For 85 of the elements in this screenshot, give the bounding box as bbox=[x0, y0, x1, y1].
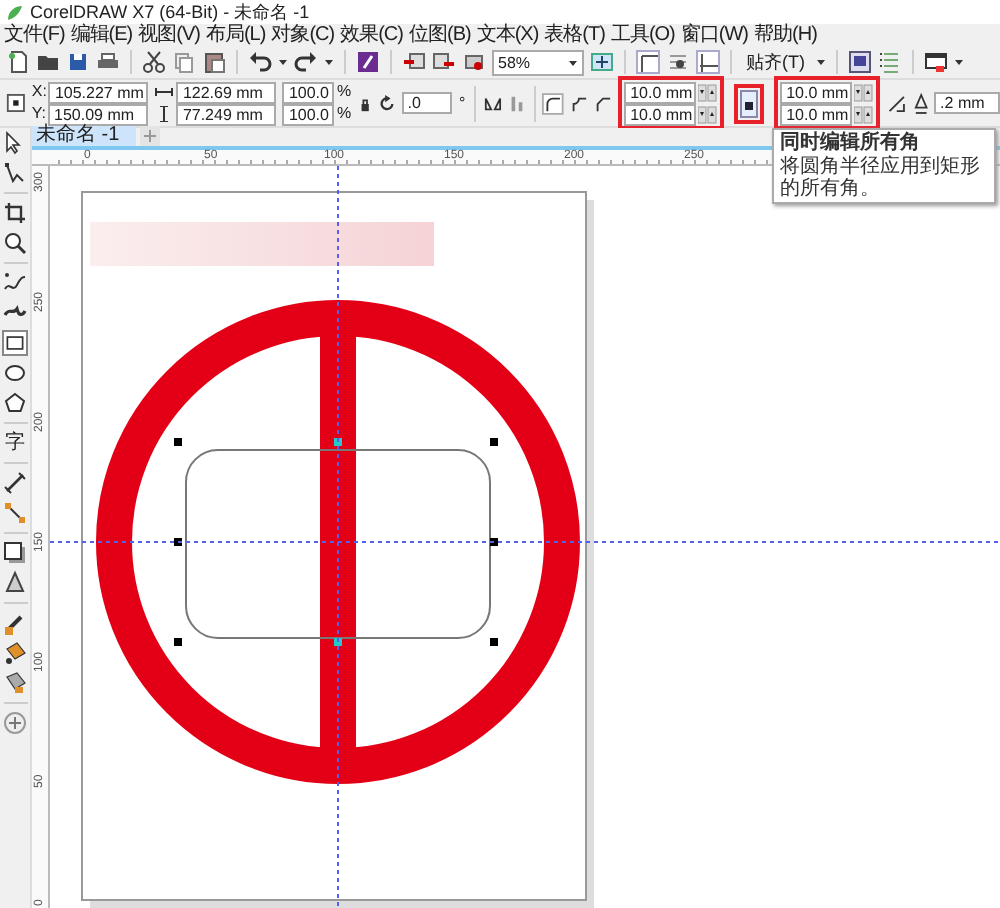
lock-icon[interactable] bbox=[357, 95, 372, 111]
field-label: X: bbox=[31, 82, 47, 102]
width-icon bbox=[154, 84, 175, 100]
launcher-icon[interactable] bbox=[356, 50, 380, 74]
list-icon[interactable] bbox=[877, 50, 901, 74]
menu-item[interactable]: 窗口(W) bbox=[680, 24, 749, 46]
tooltip-text: 将圆角半径应用到矩形的所有角。 bbox=[780, 156, 982, 200]
menu-item[interactable]: 对象(C) bbox=[271, 24, 335, 46]
vertical-guideline[interactable] bbox=[337, 166, 339, 908]
corner-radius-field[interactable]: 10.0 mm bbox=[780, 103, 853, 125]
rulers-icon[interactable] bbox=[636, 50, 660, 74]
menu-item[interactable]: 文件(F) bbox=[4, 24, 65, 46]
relative-scale-icon[interactable] bbox=[886, 91, 908, 115]
spinner-buttons[interactable] bbox=[854, 83, 875, 101]
horizontal-guideline[interactable] bbox=[50, 541, 1000, 543]
zoom-level-field[interactable]: 58% bbox=[492, 49, 584, 75]
grid-icon[interactable] bbox=[666, 50, 690, 74]
menu-item[interactable]: 编辑(E) bbox=[70, 24, 133, 46]
crop-icon[interactable] bbox=[2, 200, 28, 226]
corner-radius-field[interactable]: 10.0 mm bbox=[624, 81, 697, 103]
scale-x-field[interactable]: 100.0 bbox=[282, 81, 335, 103]
x-position-field[interactable]: 105.227 mm bbox=[48, 81, 149, 103]
guidelines-icon[interactable] bbox=[696, 50, 720, 74]
print-icon[interactable] bbox=[96, 50, 120, 74]
menu-item[interactable]: 效果(C) bbox=[340, 24, 403, 46]
menu-item[interactable]: 视图(V) bbox=[138, 24, 200, 46]
caret-icon bbox=[568, 57, 578, 67]
window-title: CorelDRAW X7 (64-Bit) - 未命名 -1 bbox=[30, 0, 310, 22]
lock-corners-button[interactable] bbox=[740, 89, 759, 117]
rotation-field[interactable]: .0 bbox=[401, 92, 453, 114]
folder-icon[interactable] bbox=[36, 50, 60, 74]
smart-fill-icon[interactable] bbox=[2, 670, 28, 696]
menu-item[interactable]: 帮助(H) bbox=[754, 24, 817, 46]
field-label: Y: bbox=[31, 104, 46, 123]
redo-icon[interactable] bbox=[294, 50, 318, 74]
drop-shadow-icon[interactable] bbox=[2, 540, 28, 566]
eyedropper-icon[interactable] bbox=[2, 610, 28, 636]
transparency-icon[interactable] bbox=[2, 570, 28, 596]
rectangle-icon[interactable] bbox=[2, 330, 28, 356]
corner-radius-field[interactable]: 10.0 mm bbox=[624, 103, 697, 125]
outline-width-field[interactable]: .2 mm bbox=[934, 92, 1000, 114]
spinner-buttons[interactable] bbox=[854, 105, 875, 123]
menu-item[interactable]: 位图(B) bbox=[408, 24, 471, 46]
pen-icon[interactable] bbox=[913, 91, 929, 115]
undo-icon[interactable] bbox=[248, 50, 272, 74]
width-field[interactable]: 122.69 mm bbox=[176, 81, 277, 103]
menu-item[interactable]: 表格(T) bbox=[544, 24, 605, 46]
fill-icon[interactable] bbox=[2, 640, 28, 666]
cut-icon[interactable] bbox=[142, 50, 166, 74]
scale-y-field[interactable]: 100.0 bbox=[282, 103, 335, 125]
spinner-buttons[interactable] bbox=[698, 105, 719, 123]
corner-radius-field[interactable]: 10.0 mm bbox=[780, 81, 853, 103]
connector-icon[interactable] bbox=[2, 500, 28, 526]
y-position-field[interactable]: 150.09 mm bbox=[48, 103, 148, 125]
export-icon[interactable] bbox=[432, 50, 456, 74]
degree-label: ° bbox=[458, 93, 466, 113]
polygon-icon[interactable] bbox=[2, 390, 28, 416]
dimension-icon[interactable] bbox=[2, 470, 28, 496]
publish-icon[interactable] bbox=[462, 50, 486, 74]
snap-to-button[interactable]: 贴齐(T) bbox=[742, 49, 809, 75]
text-tool[interactable]: 字 bbox=[2, 430, 28, 456]
document-tab[interactable]: 未命名 -1 bbox=[32, 126, 136, 146]
spinner-buttons[interactable] bbox=[698, 83, 719, 101]
ellipse-icon[interactable] bbox=[2, 360, 28, 386]
paste-icon[interactable] bbox=[202, 50, 226, 74]
height-field[interactable]: 77.249 mm bbox=[176, 103, 277, 125]
add-tool-icon[interactable] bbox=[2, 710, 28, 736]
menu-item[interactable]: 布局(L) bbox=[205, 24, 266, 46]
import-icon[interactable] bbox=[402, 50, 426, 74]
app-icon bbox=[6, 3, 24, 21]
save-icon[interactable] bbox=[66, 50, 90, 74]
menu-item[interactable]: 文本(X) bbox=[476, 24, 539, 46]
menu-item[interactable]: 工具(O) bbox=[610, 24, 675, 46]
options-icon[interactable] bbox=[847, 50, 871, 74]
tooltip-title: 同时编辑所有角 bbox=[780, 132, 922, 154]
origin-icon[interactable] bbox=[6, 92, 26, 114]
new-file-icon[interactable] bbox=[6, 50, 30, 74]
zoom-icon[interactable] bbox=[2, 230, 28, 256]
node-edit-icon[interactable] bbox=[2, 160, 28, 186]
full-screen-icon[interactable] bbox=[590, 50, 614, 74]
percent-label: % bbox=[336, 82, 352, 102]
percent-label: % bbox=[336, 104, 352, 124]
round-corner-icon[interactable] bbox=[542, 91, 565, 115]
app-window-icon[interactable] bbox=[923, 50, 947, 74]
rotate-icon[interactable] bbox=[377, 93, 396, 113]
